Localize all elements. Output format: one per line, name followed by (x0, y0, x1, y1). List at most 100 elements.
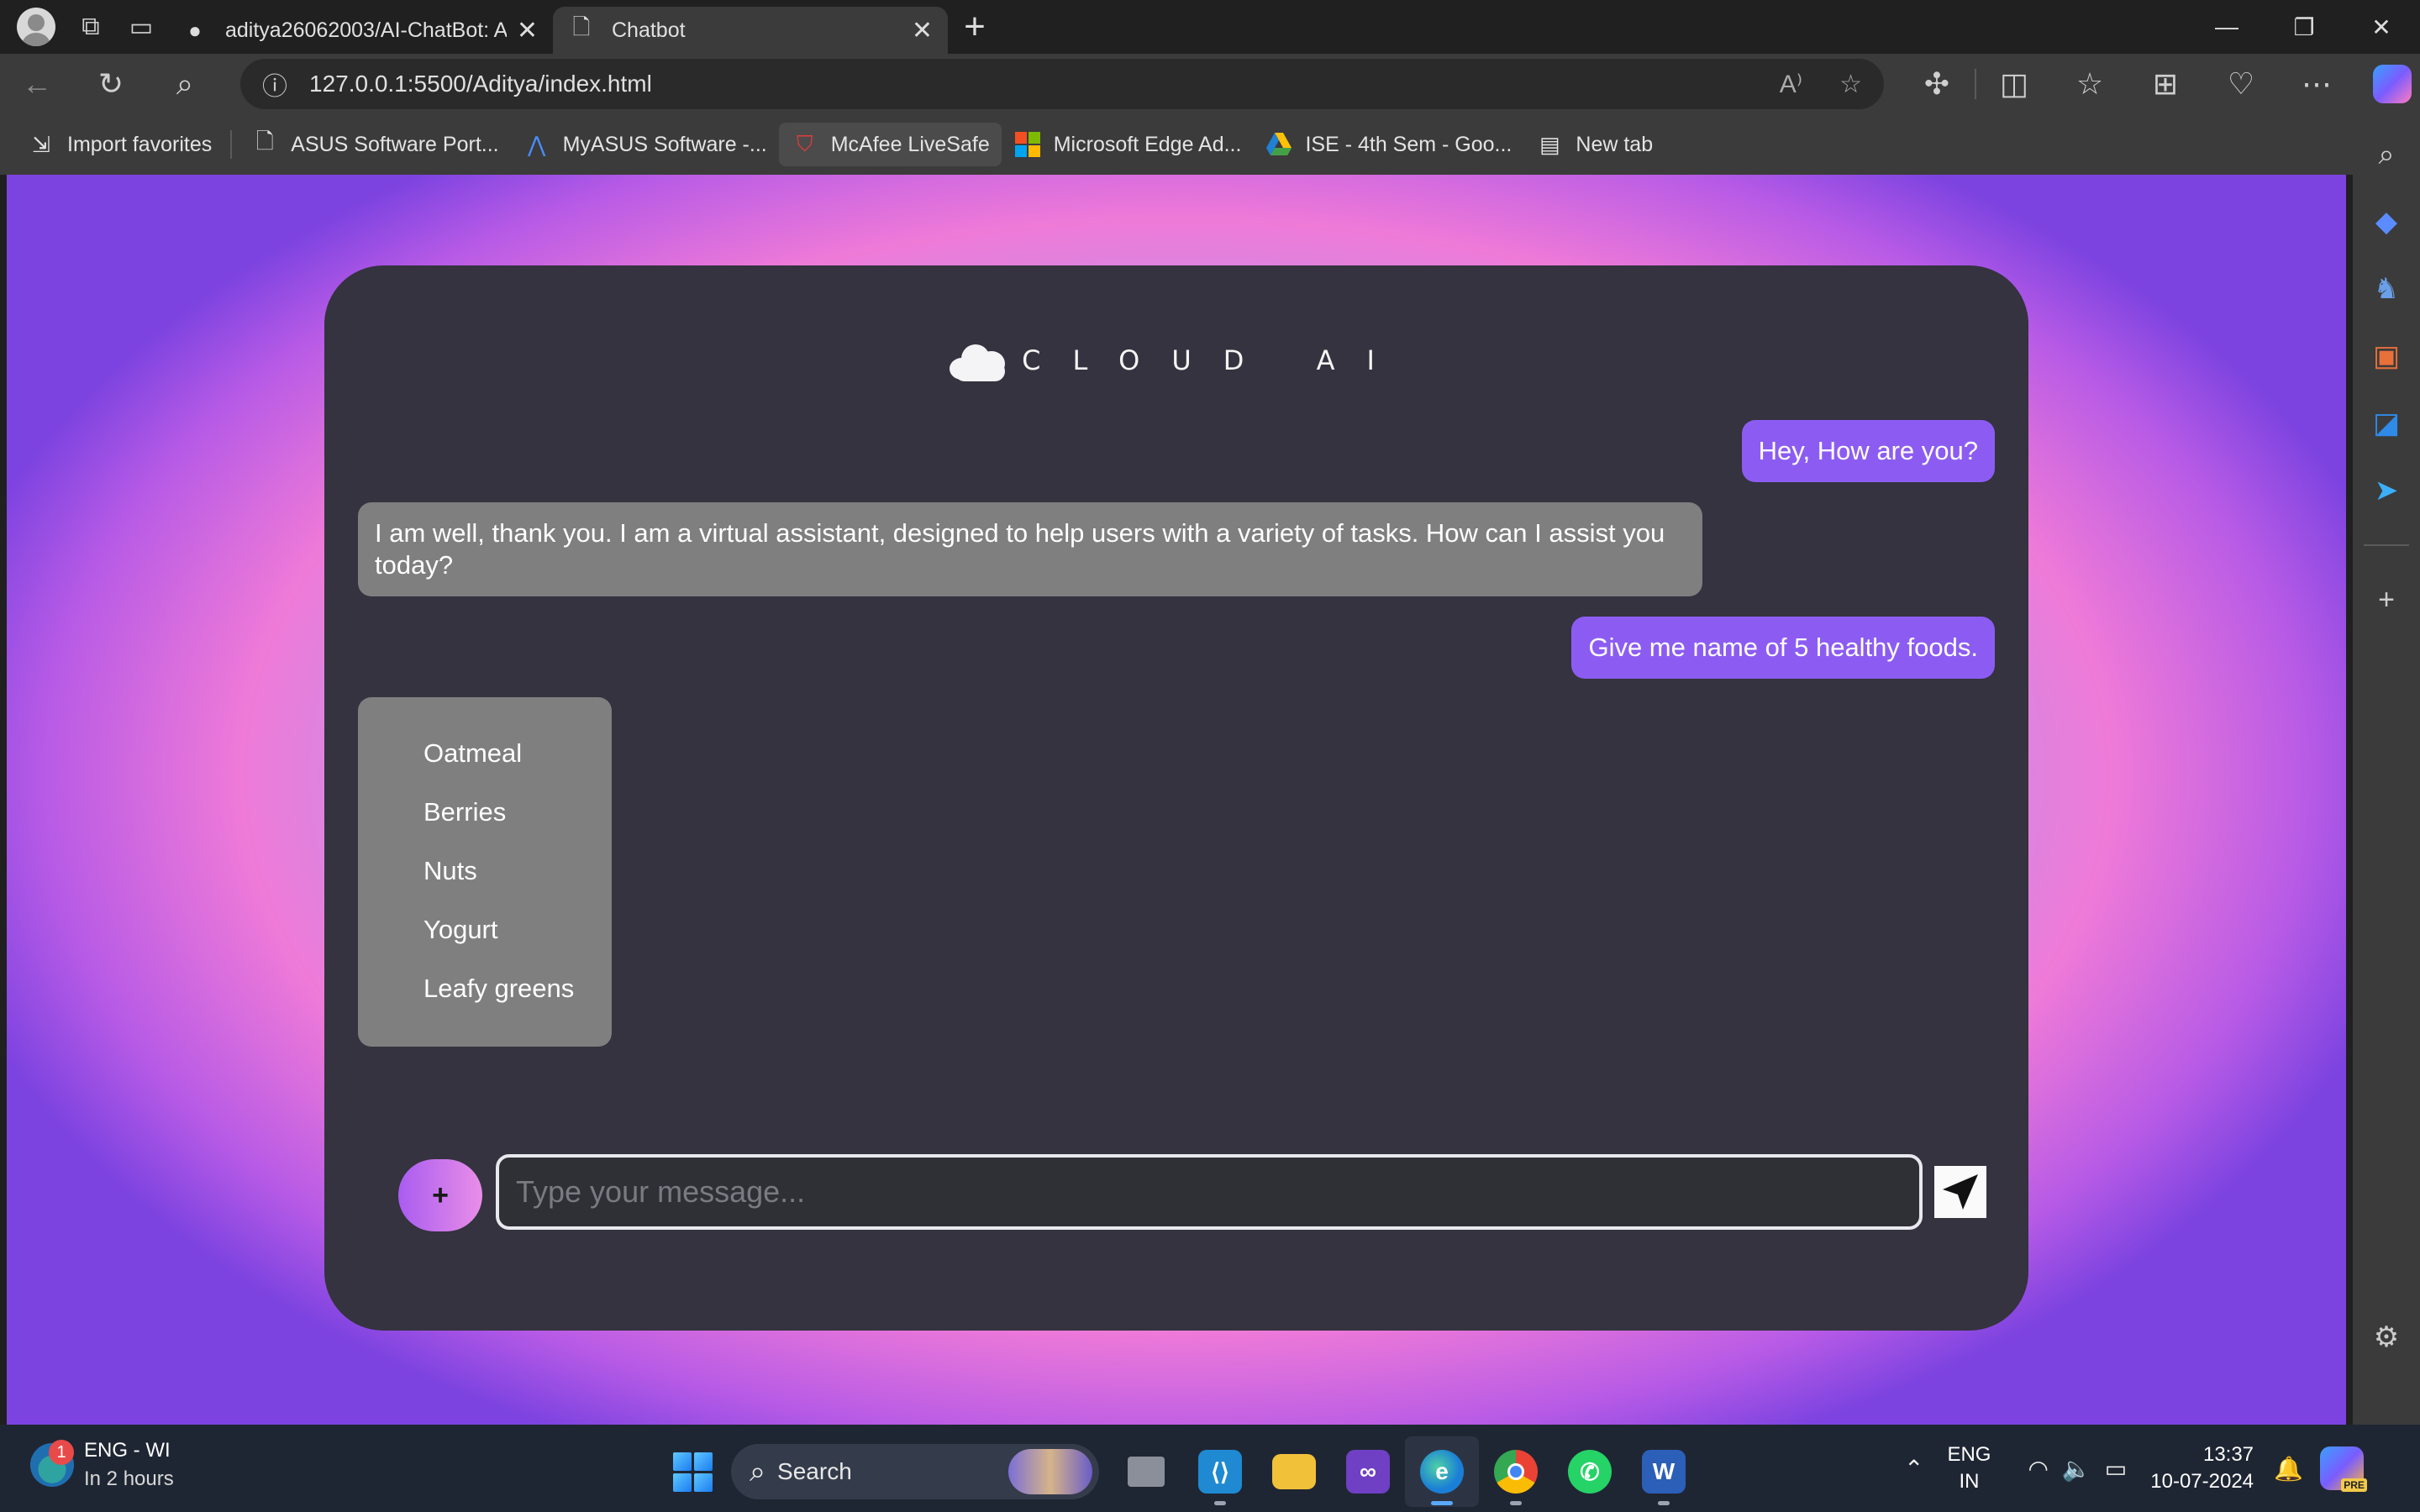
taskbar-apps: ⌕ Search ⟨⟩ ∞ e ✆ W (664, 1436, 1701, 1507)
edge-sidebar: ⌕ ◆ ♞ ▣ ◪ ➤ + ⚙ (2353, 114, 2420, 1425)
sidebar-games-icon[interactable]: ♞ (2353, 255, 2420, 323)
url-text[interactable]: 127.0.0.1:5500/Aditya/index.html (309, 71, 1743, 97)
close-tab-icon[interactable]: ✕ (517, 16, 538, 45)
notification-bell-icon[interactable]: 🔔 (2274, 1455, 2303, 1483)
tab-title: aditya26062003/AI-ChatBot: AI C (225, 18, 507, 42)
chevron-up-icon[interactable]: ⌃ (1904, 1455, 1923, 1483)
chrome-app[interactable] (1479, 1436, 1553, 1507)
edge-app[interactable]: e (1405, 1436, 1479, 1507)
language-indicator[interactable]: ENG IN (1947, 1441, 1991, 1495)
tab-actions-icon[interactable]: ▭ (116, 0, 166, 54)
running-indicator (1658, 1501, 1670, 1505)
message-input[interactable] (496, 1154, 1923, 1230)
favorite-import[interactable]: ⇲ Import favorites (15, 123, 224, 166)
list-item: Nuts (424, 856, 477, 885)
sidebar-add-icon[interactable]: + (2353, 566, 2420, 633)
copilot-taskbar-icon[interactable]: PRE (2319, 1446, 2367, 1492)
weather-icon: 1 (30, 1440, 74, 1487)
page-icon: 🗋 (255, 129, 274, 154)
favorite-new-tab[interactable]: ▤ New tab (1523, 123, 1665, 166)
favorite-label: ASUS Software Port... (291, 132, 499, 156)
tab-chatbot[interactable]: 🗋 Chatbot ✕ (553, 7, 948, 54)
battery-icon[interactable]: ▭ (2105, 1455, 2127, 1483)
chat-input-row: + (324, 1154, 2028, 1238)
tab-github[interactable]: ● aditya26062003/AI-ChatBot: AI C ✕ (166, 7, 553, 54)
system-tray: ⌃ ENG IN ◠ 🔈 ▭ 13:37 10-07-2024 🔔 PRE (1904, 1436, 2367, 1500)
new-tab-button[interactable]: + (948, 0, 1002, 54)
sidebar-outlook-icon[interactable]: ◪ (2353, 390, 2420, 457)
favorites-icon[interactable]: ☆ (2052, 54, 2128, 114)
visual-studio-app[interactable]: ∞ (1331, 1436, 1405, 1507)
start-button[interactable] (664, 1440, 721, 1504)
weather-text: ENG - WI In 2 hours (84, 1436, 174, 1494)
favorite-asus-portal[interactable]: 🗋 ASUS Software Port... (239, 123, 510, 166)
refresh-button[interactable]: ↻ (74, 54, 148, 114)
word-icon: W (1642, 1450, 1686, 1494)
collections-icon[interactable]: ⊞ (2128, 54, 2203, 114)
language-line2: IN (1959, 1470, 1980, 1493)
search-icon[interactable]: ⌕ (148, 54, 222, 114)
favorites-bar: ⇲ Import favorites 🗋 ASUS Software Port.… (0, 114, 2353, 175)
running-indicator (1510, 1501, 1522, 1505)
running-indicator (1431, 1501, 1453, 1505)
favorite-star-icon[interactable]: ☆ (1839, 70, 1862, 99)
favorite-mcafee[interactable]: ⛉ McAfee LiveSafe (778, 123, 1002, 166)
workspaces-icon[interactable]: ⧉ (66, 0, 116, 54)
add-attachment-button[interactable]: + (398, 1159, 482, 1231)
task-view-icon (1128, 1457, 1165, 1487)
list-item: Oatmeal (424, 738, 523, 768)
message-text: I am well, thank you. I am a virtual ass… (375, 518, 1665, 580)
restore-button[interactable]: ❐ (2265, 0, 2343, 54)
favorite-google-drive[interactable]: ISE - 4th Sem - Goo... (1253, 123, 1523, 166)
microsoft-icon (1013, 130, 1042, 159)
favorite-label: New tab (1576, 132, 1654, 156)
notification-badge: 1 (49, 1440, 74, 1465)
close-tab-icon[interactable]: ✕ (912, 16, 933, 45)
clock[interactable]: 13:37 10-07-2024 (2150, 1441, 2254, 1495)
sidebar-search-icon[interactable]: ⌕ (2353, 121, 2420, 188)
split-screen-icon[interactable]: ◫ (1976, 54, 2052, 114)
send-icon (1943, 1174, 1978, 1210)
clock-time: 13:37 (2202, 1443, 2254, 1466)
taskbar-search[interactable]: ⌕ Search (731, 1444, 1099, 1499)
page-viewport: CLOUD AI Hey, How are you? I am well, th… (7, 175, 2346, 1425)
google-drive-icon (1265, 130, 1293, 159)
favorite-label: McAfee LiveSafe (830, 132, 990, 156)
extensions-icon[interactable]: ✣ (1899, 54, 1975, 114)
user-message: Hey, How are you? (1741, 420, 1995, 482)
word-app[interactable]: W (1627, 1436, 1701, 1507)
tab-title: Chatbot (612, 18, 686, 42)
favorite-edge-addons[interactable]: Microsoft Edge Ad... (1002, 123, 1254, 166)
list-item: Yogurt (424, 915, 498, 944)
sidebar-copilot-icon[interactable]: ◆ (2353, 188, 2420, 255)
more-menu-icon[interactable]: ⋯ (2279, 54, 2354, 114)
windows-logo-icon (672, 1452, 713, 1492)
whatsapp-app[interactable]: ✆ (1553, 1436, 1627, 1507)
read-aloud-icon[interactable]: A⁾ (1780, 70, 1802, 99)
sidebar-send-icon[interactable]: ➤ (2353, 457, 2420, 524)
asus-logo-icon: ⋀ (527, 131, 546, 157)
favorite-myasus[interactable]: ⋀ MyASUS Software -... (511, 123, 779, 166)
volume-icon[interactable]: 🔈 (2062, 1455, 2091, 1483)
copilot-icon[interactable] (2373, 65, 2412, 103)
sidebar-settings-icon[interactable]: ⚙ (2353, 1304, 2420, 1371)
favorite-label: Microsoft Edge Ad... (1053, 132, 1242, 156)
sidebar-tools-icon[interactable]: ▣ (2353, 323, 2420, 390)
profile-avatar[interactable] (17, 8, 55, 46)
weather-widget[interactable]: 1 ENG - WI In 2 hours (30, 1436, 174, 1494)
bot-message: Oatmeal Berries Nuts Yogurt Leafy greens (358, 697, 612, 1047)
task-view-button[interactable] (1109, 1436, 1183, 1507)
address-bar[interactable]: ⓘ 127.0.0.1:5500/Aditya/index.html A⁾ ☆ (240, 59, 1884, 109)
vscode-app[interactable]: ⟨⟩ (1183, 1436, 1257, 1507)
wifi-icon[interactable]: ◠ (2028, 1455, 2048, 1483)
window-controls: — ❐ ✕ (2188, 0, 2420, 54)
favorite-label: MyASUS Software -... (562, 132, 767, 156)
close-window-button[interactable]: ✕ (2343, 0, 2420, 54)
minimize-button[interactable]: — (2188, 0, 2265, 54)
file-explorer-app[interactable] (1257, 1436, 1331, 1507)
tab-strip: ⧉ ▭ ● aditya26062003/AI-ChatBot: AI C ✕ … (0, 0, 2420, 54)
browser-essentials-icon[interactable]: ♡ (2203, 54, 2279, 114)
send-button[interactable] (1934, 1166, 1986, 1218)
back-button[interactable]: ← (0, 54, 74, 114)
site-info-icon[interactable]: ⓘ (262, 66, 287, 102)
